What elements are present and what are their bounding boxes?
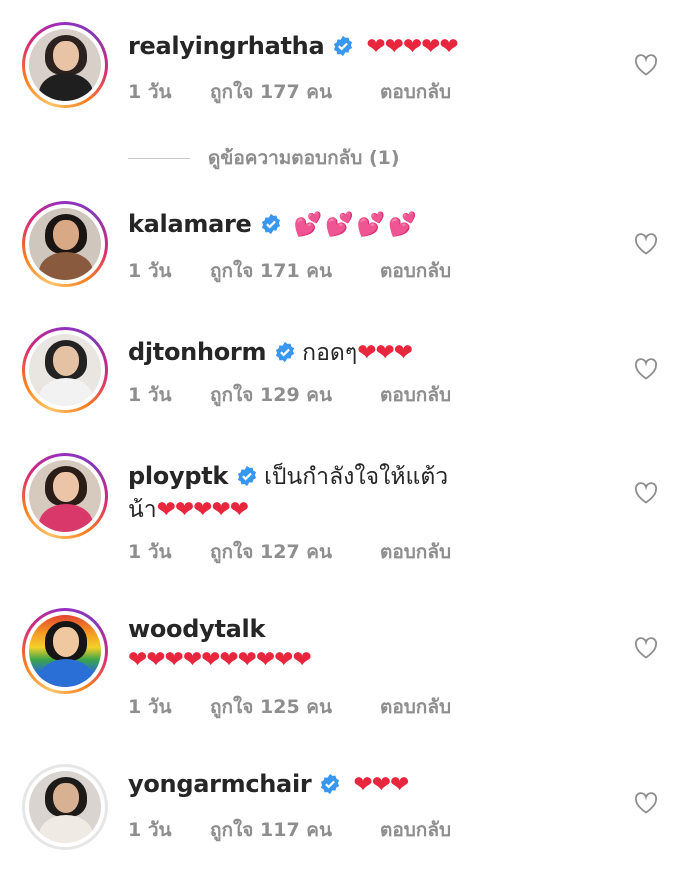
heart-outline-icon[interactable]: [634, 233, 658, 255]
like-count[interactable]: ถูกใจ 125 คน: [210, 692, 380, 722]
comment-text: เป็นกำลังใจให้แต้ว: [264, 464, 449, 490]
comment-header: kalamare 💕💕💕💕: [128, 210, 420, 238]
timestamp: 1 วัน: [128, 384, 172, 406]
avatar[interactable]: [22, 22, 108, 108]
comment-text-line: ❤❤❤❤❤❤❤❤❤❤: [128, 645, 312, 673]
comment-meta: 1 วัน ถูกใจ 125 คน ตอบกลับ: [128, 692, 451, 722]
reply-button[interactable]: ตอบกลับ: [380, 537, 451, 567]
avatar-photo: [29, 460, 101, 532]
avatar[interactable]: [22, 201, 108, 287]
timestamp: 1 วัน: [128, 819, 172, 841]
like-count[interactable]: ถูกใจ 171 คน: [210, 256, 380, 286]
reply-button[interactable]: ตอบกลับ: [380, 692, 451, 722]
heart-outline-icon[interactable]: [634, 637, 658, 659]
comment-hearts: ❤❤❤❤❤❤❤❤❤❤: [128, 647, 312, 673]
avatar-photo: [29, 208, 101, 280]
comment-text: ❤❤❤❤❤: [366, 34, 458, 60]
timestamp: 1 วัน: [128, 260, 172, 282]
verified-badge-icon: [261, 213, 280, 235]
comment-text: 💕💕💕💕: [293, 212, 421, 238]
reply-button[interactable]: ตอบกลับ: [380, 815, 451, 845]
like-count[interactable]: ถูกใจ 177 คน: [210, 77, 380, 107]
avatar[interactable]: [22, 453, 108, 539]
verified-badge-icon: [237, 465, 257, 487]
username[interactable]: kalamare: [128, 210, 252, 238]
comment-meta: 1 วัน ถูกใจ 171 คน ตอบกลับ: [128, 256, 451, 286]
comment-meta: 1 วัน ถูกใจ 177 คน ตอบกลับ: [128, 77, 451, 107]
like-count[interactable]: ถูกใจ 117 คน: [210, 815, 380, 845]
avatar[interactable]: [22, 764, 108, 850]
avatar-photo: [29, 615, 101, 687]
view-replies-link[interactable]: ดูข้อความตอบกลับ (1): [128, 143, 400, 173]
comment-header: woodytalk: [128, 615, 265, 643]
heart-outline-icon[interactable]: [634, 482, 658, 504]
comment-meta: 1 วัน ถูกใจ 117 คน ตอบกลับ: [128, 815, 451, 845]
comment-header: yongarmchair ❤❤❤: [128, 770, 409, 798]
avatar-photo: [29, 771, 101, 843]
avatar-photo: [29, 334, 101, 406]
comment-header: realyingrhatha ❤❤❤❤❤: [128, 32, 459, 60]
comment-hearts: ❤❤❤❤❤: [156, 497, 249, 523]
heart-outline-icon[interactable]: [634, 792, 658, 814]
comment-header: ployptk เป็นกำลังใจให้แต้ว: [128, 459, 448, 495]
verified-badge-icon: [321, 773, 340, 795]
comment-hearts: ❤❤❤: [357, 340, 413, 366]
username[interactable]: yongarmchair: [128, 770, 312, 798]
username[interactable]: realyingrhatha: [128, 32, 325, 60]
heart-outline-icon[interactable]: [634, 54, 658, 76]
comment-text-line2: น้า❤❤❤❤❤: [128, 492, 249, 528]
timestamp: 1 วัน: [128, 696, 172, 718]
comment-meta: 1 วัน ถูกใจ 127 คน ตอบกลับ: [128, 537, 451, 567]
like-count[interactable]: ถูกใจ 127 คน: [210, 537, 380, 567]
reply-button[interactable]: ตอบกลับ: [380, 77, 451, 107]
avatar[interactable]: [22, 327, 108, 413]
avatar-photo: [29, 29, 101, 101]
comment-text-cont: น้า: [128, 497, 157, 523]
reply-button[interactable]: ตอบกลับ: [380, 256, 451, 286]
like-count[interactable]: ถูกใจ 129 คน: [210, 380, 380, 410]
username[interactable]: woodytalk: [128, 615, 265, 643]
comment-meta: 1 วัน ถูกใจ 129 คน ตอบกลับ: [128, 380, 451, 410]
reply-button[interactable]: ตอบกลับ: [380, 380, 451, 410]
verified-badge-icon: [334, 35, 353, 57]
heart-outline-icon[interactable]: [634, 358, 658, 380]
avatar[interactable]: [22, 608, 108, 694]
username[interactable]: ployptk: [128, 462, 228, 490]
divider: [128, 157, 190, 159]
comment-header: djtonhorm กอดๆ❤❤❤: [128, 335, 413, 371]
comment-text: กอดๆ: [302, 340, 358, 366]
username[interactable]: djtonhorm: [128, 338, 266, 366]
verified-badge-icon: [276, 341, 295, 363]
comment-text: ❤❤❤: [353, 772, 409, 798]
timestamp: 1 วัน: [128, 81, 172, 103]
timestamp: 1 วัน: [128, 541, 172, 563]
view-replies-label: ดูข้อความตอบกลับ (1): [208, 147, 400, 169]
